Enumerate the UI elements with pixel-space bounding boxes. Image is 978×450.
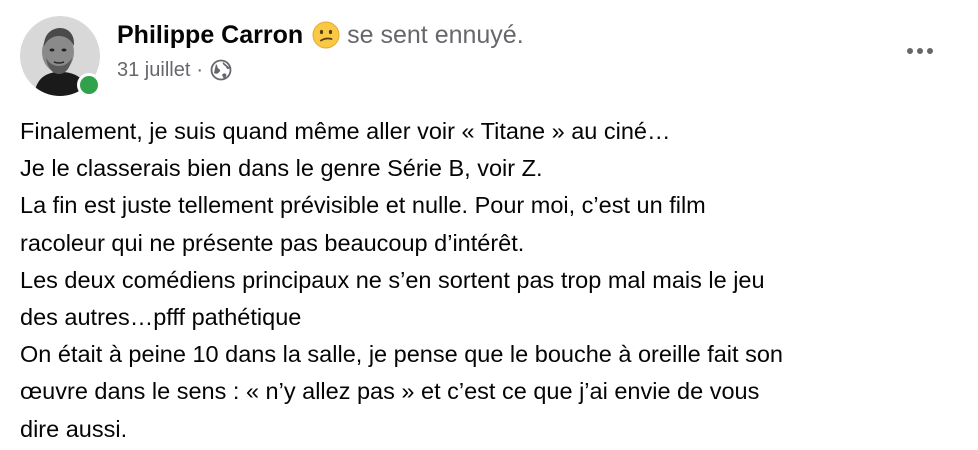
more-options-icon	[927, 48, 933, 54]
feeling-status: se sent ennuyé.	[347, 20, 524, 49]
avatar-container[interactable]	[20, 16, 101, 97]
post-card: Philippe Carron se sent ennuyé. 31 juill…	[0, 0, 978, 450]
post-text-line: Les deux comédiens principaux ne s’en so…	[20, 266, 765, 293]
meta-separator: ·	[196, 58, 204, 81]
more-options-icon	[917, 48, 923, 54]
more-options-icon	[907, 48, 913, 54]
post-header: Philippe Carron se sent ennuyé.	[117, 17, 524, 53]
globe-icon[interactable]	[210, 59, 232, 81]
post-text-line: Finalement, je suis quand même aller voi…	[20, 118, 671, 144]
post-text-line: des autres…pfff pathétique	[20, 304, 302, 331]
confused-face-emoji-icon	[312, 21, 340, 49]
post-meta: 31 juillet ·	[117, 57, 232, 83]
post-text-line: Je le classerais bien dans le genre Séri…	[20, 155, 543, 182]
post-body: Finalement, je suis quand même aller voi…	[20, 113, 965, 448]
online-status-indicator	[77, 73, 101, 97]
post-text-line: La fin est juste tellement prévisible et…	[20, 192, 706, 219]
post-text-line: racoleur qui ne présente pas beaucoup d’…	[20, 229, 525, 256]
more-options-button[interactable]	[898, 36, 942, 66]
post-text-line: dire aussi.	[20, 415, 128, 442]
post-text-line: œuvre dans le sens : « n’y allez pas » e…	[20, 378, 760, 405]
post-date[interactable]: 31 juillet	[117, 59, 190, 82]
author-name[interactable]: Philippe Carron	[117, 21, 303, 50]
post-text-line: On était à peine 10 dans la salle, je pe…	[20, 341, 783, 368]
